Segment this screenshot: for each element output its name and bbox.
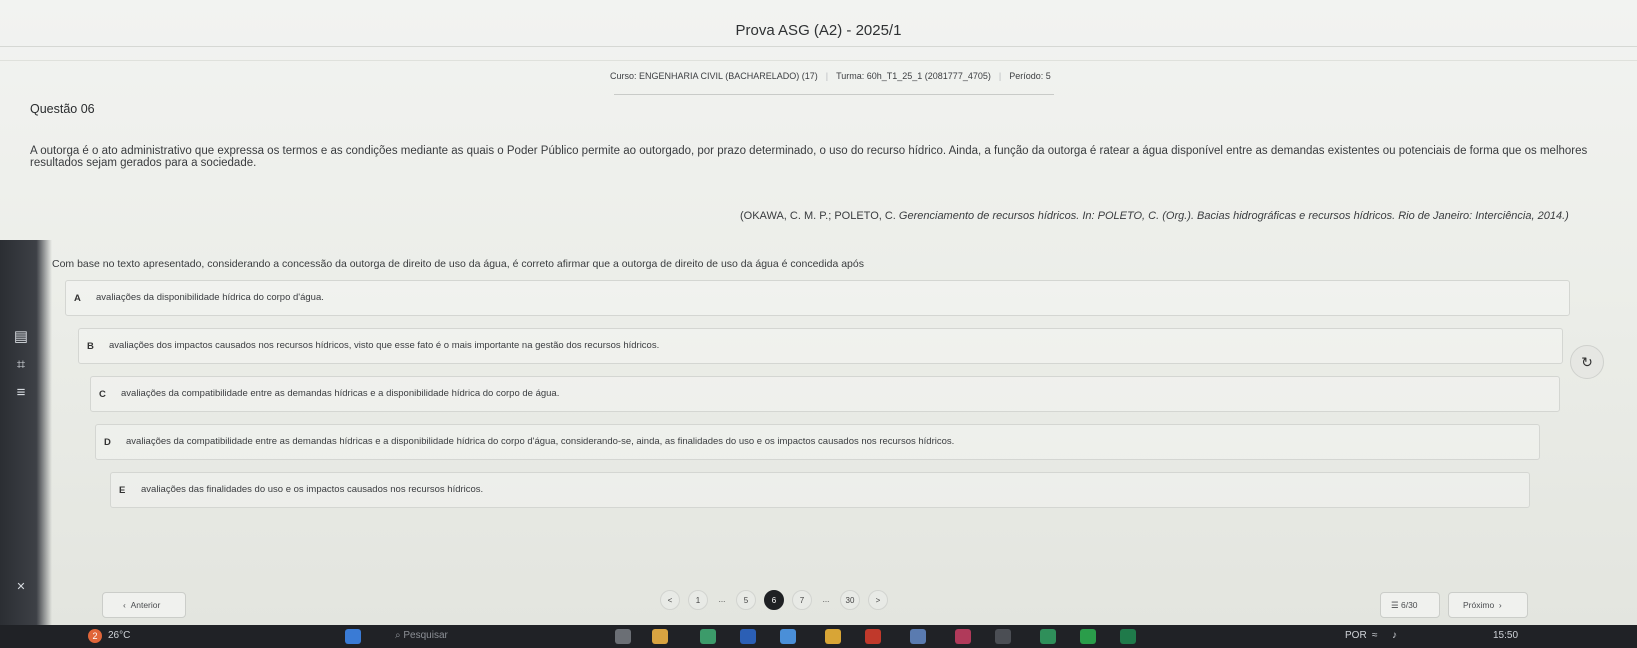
page-next[interactable]: >: [868, 590, 888, 610]
file-explorer-icon[interactable]: [652, 629, 668, 644]
page-item-current[interactable]: 6: [764, 590, 784, 610]
option-text: avaliações das finalidades do uso e os i…: [141, 484, 484, 495]
glasses-icon[interactable]: ⌗: [10, 356, 32, 374]
exam-title: Prova ASG (A2) - 2025/1: [735, 22, 902, 39]
page-prev[interactable]: <: [660, 590, 680, 610]
question-statement: A outorga é o ato administrativo que exp…: [30, 145, 1588, 169]
xbox-icon[interactable]: [1080, 629, 1096, 644]
class-name: Turma: 60h_T1_25_1 (2081777_4705): [836, 71, 991, 81]
search-placeholder: Pesquisar: [403, 630, 448, 641]
temperature[interactable]: 26°C: [108, 630, 130, 641]
calculator-icon[interactable]: [910, 629, 926, 644]
list-icon: ☰: [1391, 600, 1401, 610]
excel-icon[interactable]: [1120, 629, 1136, 644]
course-info: Curso: ENGENHARIA CIVIL (BACHARELADO) (1…: [610, 71, 1051, 81]
menu-icon[interactable]: ≡: [10, 384, 32, 402]
folder-icon[interactable]: [825, 629, 841, 644]
course-name: Curso: ENGENHARIA CIVIL (BACHARELADO) (1…: [610, 71, 818, 81]
option-a[interactable]: A avaliações da disponibilidade hídrica …: [65, 280, 1570, 316]
question-citation: (OKAWA, C. M. P.; POLETO, C. Gerenciamen…: [740, 210, 1569, 222]
clock[interactable]: 15:50: [1493, 630, 1518, 641]
option-letter: A: [74, 293, 81, 304]
left-sidebar: ▤ ⌗ ≡ ✕: [0, 240, 52, 625]
page-item[interactable]: 1: [688, 590, 708, 610]
option-text: avaliações dos impactos causados nos rec…: [109, 340, 660, 351]
period: Período: 5: [1009, 71, 1051, 81]
header-divider: [0, 46, 1637, 47]
next-label: Próximo: [1463, 600, 1495, 610]
close-icon[interactable]: ✕: [10, 578, 32, 596]
word-icon[interactable]: [740, 629, 756, 644]
option-letter: B: [87, 341, 94, 352]
taskbar-search[interactable]: ⌕ Pesquisar: [395, 630, 448, 641]
counter-value: 6/30: [1400, 600, 1418, 610]
epic-games-icon[interactable]: [995, 629, 1011, 644]
page-ellipsis: ...: [822, 595, 830, 604]
wifi-icon[interactable]: ≈: [1372, 630, 1378, 641]
option-letter: E: [119, 485, 126, 496]
option-c[interactable]: C avaliações da compatibilidade entre as…: [90, 376, 1560, 412]
chevron-right-icon: ›: [1494, 600, 1502, 610]
option-text: avaliações da compatibilidade entre as d…: [126, 436, 955, 447]
option-text: avaliações da compatibilidade entre as d…: [121, 388, 560, 399]
previous-label: Anterior: [130, 600, 161, 610]
page-item[interactable]: 30: [840, 590, 860, 610]
option-d[interactable]: D avaliações da compatibilidade entre as…: [95, 424, 1540, 460]
question-counter[interactable]: ☰ 6/30: [1380, 592, 1440, 618]
media-icon[interactable]: [955, 629, 971, 644]
task-view-icon[interactable]: [615, 629, 631, 644]
exam-page: Prova ASG (A2) - 2025/1 Curso: ENGENHARI…: [0, 0, 1637, 625]
book-icon[interactable]: ▤: [10, 328, 32, 346]
page-item[interactable]: 7: [792, 590, 812, 610]
next-button[interactable]: Próximo ›: [1448, 592, 1528, 618]
option-text: avaliações da disponibilidade hídrica do…: [96, 292, 324, 303]
citation-authors: (OKAWA, C. M. P.; POLETO, C.: [740, 210, 899, 222]
option-b[interactable]: B avaliações dos impactos causados nos r…: [78, 328, 1563, 364]
outlook-icon[interactable]: [780, 629, 796, 644]
course-divider: [614, 94, 1054, 95]
windows-start-icon[interactable]: [345, 629, 361, 644]
page-item[interactable]: 5: [736, 590, 756, 610]
option-letter: D: [104, 437, 111, 448]
chrome-icon[interactable]: [1040, 629, 1056, 644]
acrobat-icon[interactable]: [865, 629, 881, 644]
edge-icon[interactable]: [700, 629, 716, 644]
page-ellipsis: ...: [718, 595, 726, 604]
citation-title: Gerenciamento de recursos hídricos. In: …: [898, 210, 1569, 222]
previous-button[interactable]: ‹ Anterior: [102, 592, 186, 618]
option-letter: C: [99, 389, 106, 400]
header-divider-2: [0, 60, 1637, 61]
refresh-icon[interactable]: ↻: [1570, 345, 1604, 379]
volume-icon[interactable]: ♪: [1392, 630, 1397, 641]
question-prompt: Com base no texto apresentado, considera…: [52, 258, 864, 270]
language-indicator[interactable]: POR: [1345, 630, 1367, 641]
weather-badge[interactable]: 2: [88, 629, 102, 643]
option-e[interactable]: E avaliações das finalidades do uso e os…: [110, 472, 1530, 508]
taskbar: 2 26°C ⌕ Pesquisar POR ≈ ♪ 15:50: [0, 625, 1637, 648]
chevron-left-icon: ‹: [123, 600, 131, 610]
question-label: Questão 06: [30, 102, 95, 116]
